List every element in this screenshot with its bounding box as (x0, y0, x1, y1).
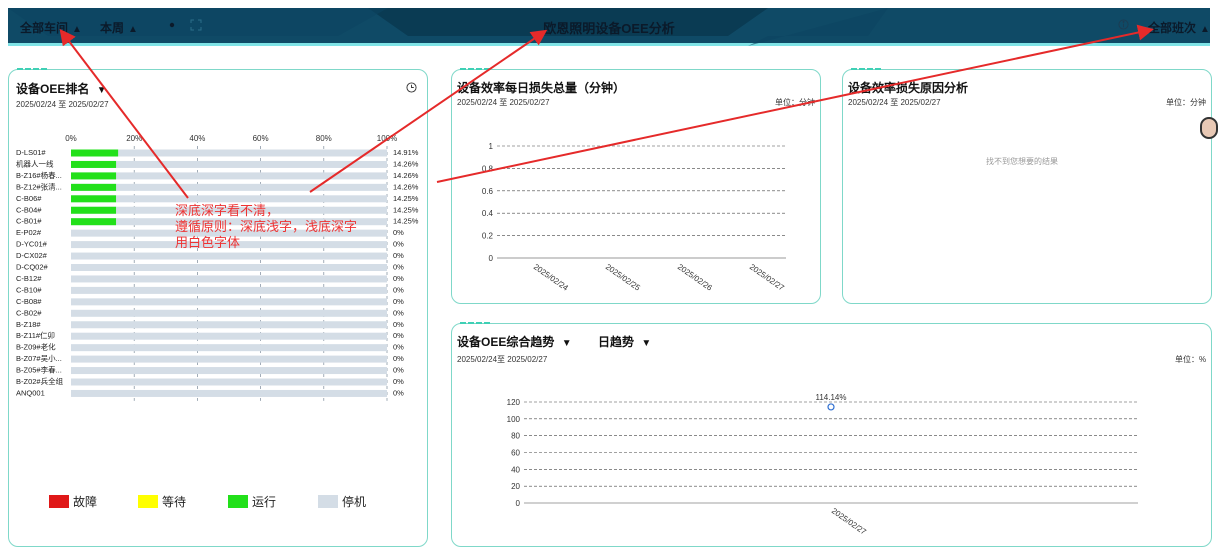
empty-result-message: 找不到您想要的结果 (986, 157, 1058, 166)
legend-item[interactable]: 运行 (228, 493, 276, 510)
loss-reason-unit: 单位：分钟 (1166, 98, 1206, 107)
legend-label: 故障 (73, 495, 98, 509)
legend-item[interactable]: 停机 (318, 493, 366, 510)
caret-down-icon: ▼ (641, 338, 652, 349)
panel-tab-mark (460, 322, 490, 325)
caret-down-icon: ▼ (96, 85, 107, 96)
loss-reason-date-range: 2025/02/24 至 2025/02/27 (848, 98, 941, 107)
info-icon[interactable] (1118, 19, 1129, 33)
avatar[interactable] (1200, 117, 1218, 139)
oee-ranking-panel (8, 68, 428, 547)
legend-swatch (138, 495, 158, 508)
oee-ranking-title[interactable]: 设备OEE排名 ▼ (16, 80, 107, 97)
daily-loss-title: 设备效率每日损失总量（分钟） (457, 81, 626, 95)
legend-label: 停机 (342, 495, 367, 509)
panel-tab-mark (851, 68, 881, 71)
caret-up-icon: ▲ (1200, 24, 1210, 35)
ranking-date-range: 2025/02/24 至 2025/02/27 (16, 100, 109, 109)
loss-reason-title: 设备效率损失原因分析 (848, 81, 969, 95)
legend-swatch (49, 495, 69, 508)
shift-selector[interactable]: 全部班次 ▲ (1148, 19, 1210, 36)
panel-tab-mark (460, 68, 490, 71)
panel-tab-mark (17, 68, 47, 71)
legend-swatch (228, 495, 248, 508)
oee-trend-date-range: 2025/02/24至 2025/02/27 (457, 355, 548, 364)
legend-swatch (318, 495, 338, 508)
clock-icon[interactable] (406, 80, 417, 98)
legend-item[interactable]: 故障 (49, 493, 97, 510)
legend-label: 等待 (162, 495, 187, 509)
oee-trend-title[interactable]: 设备OEE综合趋势 ▼ (457, 333, 572, 350)
oee-trend-panel (451, 322, 1212, 547)
legend-label: 运行 (252, 495, 277, 509)
app-header: 全部车间 ▲ 本周 ▲ 欧恩照明设备OEE分析 全部班次 ▲ (8, 8, 1210, 46)
daily-loss-unit: 单位：分钟 (775, 98, 815, 107)
legend-item[interactable]: 等待 (138, 493, 186, 510)
caret-down-icon: ▼ (561, 338, 572, 349)
review-annotation: 深底深字看不清， 遵循原则：深底浅字，浅底深字 用白色字体 (175, 203, 358, 250)
daily-loss-date-range: 2025/02/24 至 2025/02/27 (457, 98, 550, 107)
oee-trend-unit: 单位：% (1175, 355, 1207, 364)
page-title: 欧恩照明设备OEE分析 (543, 21, 675, 36)
trend-mode-selector[interactable]: 日趋势 ▼ (598, 333, 651, 350)
